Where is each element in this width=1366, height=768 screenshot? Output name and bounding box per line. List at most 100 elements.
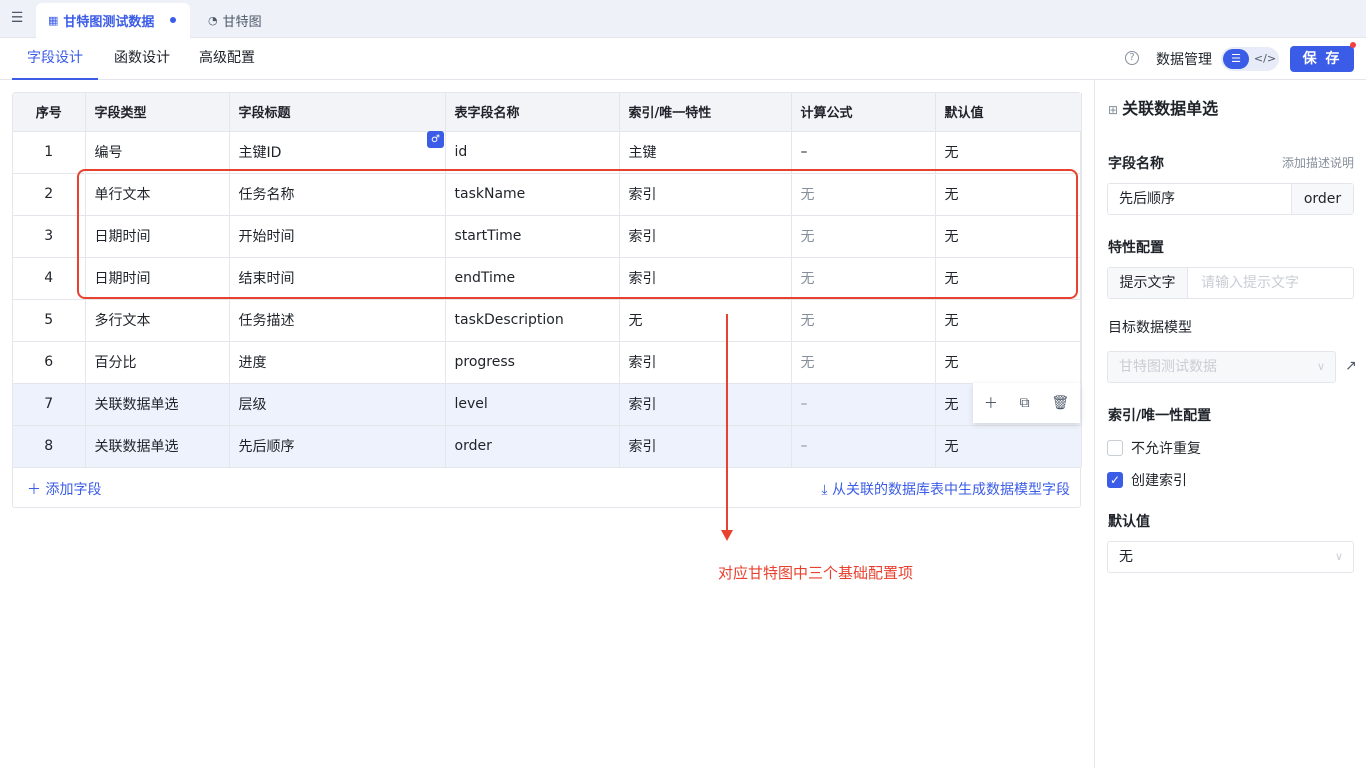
cell-title: 进度 [229, 340, 446, 383]
header-index: 序号 [13, 93, 86, 131]
hint-text-label: 提示文字 [1108, 268, 1188, 298]
table-row[interactable]: 5 多行文本 任务描述 taskDescription 无无无 [13, 298, 1082, 341]
cell-index-unique: 索引 [619, 424, 792, 467]
annotation-text: 对应甘特图中三个基础配置项 [718, 564, 914, 582]
view-toggle[interactable]: ☰ </> [1221, 47, 1279, 71]
cell-column: level [445, 382, 620, 425]
help-icon[interactable]: ? [1125, 51, 1139, 65]
cell-index: 1 [13, 130, 86, 173]
default-value-text: 无 [1119, 549, 1133, 565]
tab-bar: ☰ ▦ 甘特图测试数据 ◔ 甘特图 [0, 0, 1366, 38]
cell-index: 4 [13, 256, 86, 299]
cell-index-unique: 索引 [619, 340, 792, 383]
cell-formula: 无 [791, 340, 936, 383]
cell-formula: – [791, 382, 936, 425]
header-column: 表字段名称 [445, 93, 620, 131]
cell-column: progress [445, 340, 620, 383]
annotation-arrow [726, 314, 728, 534]
data-manage-label: 数据管理 [1156, 52, 1212, 68]
chart-icon: ◔ [208, 14, 218, 27]
cell-type: 百分比 [85, 340, 230, 383]
cell-default: 无 [935, 130, 1082, 173]
default-value-select[interactable]: 无 ∨ [1107, 541, 1354, 573]
tab-gantt-chart[interactable]: ◔ 甘特图 [196, 3, 274, 38]
table-row[interactable]: 6 百分比 进度 progress 索引无无 [13, 340, 1082, 383]
field-name-label: 字段名称 [1108, 156, 1164, 172]
cell-type: 多行文本 [85, 298, 230, 341]
open-link-icon[interactable]: ↗ [1345, 358, 1357, 374]
subtab-field-design[interactable]: 字段设计 [12, 38, 98, 80]
cell-index-unique: 索引 [619, 382, 792, 425]
subtab-advanced-config[interactable]: 高级配置 [196, 38, 258, 80]
field-title-value[interactable]: 先后顺序 [1119, 184, 1175, 214]
settings-icon[interactable]: ☰ [1223, 49, 1249, 69]
cell-formula: – [791, 130, 936, 173]
cell-title: 任务描述 [229, 298, 446, 341]
row-actions: ＋ ⧉ 🗑 [973, 383, 1080, 423]
relation-icon: ⊞ [1108, 103, 1119, 117]
add-field-button[interactable]: ＋ 添加字段 [27, 479, 101, 499]
chevron-down-icon: ∨ [1316, 360, 1325, 373]
no-duplicate-label: 不允许重复 [1131, 441, 1201, 457]
table-row[interactable]: 1 编号 主键ID id 主键 – 无 [13, 130, 1082, 173]
sub-navigation: 字段设计 函数设计 高级配置 ? 数据管理 ☰ </> 保 存 [0, 38, 1366, 80]
property-panel: ⊞ 关联数据单选 字段名称 添加描述说明 先后顺序 order 特性配置 提示文字… [1094, 80, 1366, 768]
field-name-input[interactable]: 先后顺序 order [1107, 183, 1354, 215]
table-icon: ▦ [48, 14, 59, 27]
hint-text-placeholder[interactable]: 请输入提示文字 [1201, 268, 1299, 298]
panel-title: ⊞ 关联数据单选 [1108, 95, 1218, 119]
copy-icon[interactable]: ⧉ [1020, 395, 1030, 411]
subtab-function-design[interactable]: 函数设计 [112, 38, 172, 80]
index-config-label: 索引/唯一性配置 [1108, 408, 1212, 424]
generate-fields-label: 从关联的数据库表中生成数据模型字段 [832, 482, 1070, 498]
checkbox-checked-icon[interactable]: ✓ [1107, 472, 1123, 488]
cell-index: 6 [13, 340, 86, 383]
unsaved-dot [170, 17, 176, 23]
cell-index: 5 [13, 298, 86, 341]
cell-index: 8 [13, 424, 86, 467]
highlight-box [77, 169, 1078, 299]
panel-title-text: 关联数据单选 [1122, 99, 1219, 118]
target-model-label: 目标数据模型 [1108, 320, 1192, 336]
header-title: 字段标题 [229, 93, 446, 131]
cell-title: 主键ID [229, 130, 446, 173]
cell-formula: – [791, 424, 936, 467]
checkbox-icon[interactable] [1107, 440, 1123, 456]
tab-label: 甘特图 [222, 15, 262, 30]
create-index-label: 创建索引 [1131, 473, 1187, 489]
add-field-label: 添加字段 [45, 482, 102, 498]
primary-key-icon[interactable]: ♂ [427, 131, 444, 148]
cell-index-unique: 主键 [619, 130, 792, 173]
delete-icon[interactable]: 🗑 [1051, 395, 1069, 411]
cell-index-unique: 无 [619, 298, 792, 341]
cell-index: 3 [13, 214, 86, 257]
hint-text-input[interactable]: 提示文字 请输入提示文字 [1107, 267, 1354, 299]
table-row[interactable]: 7 关联数据单选 层级 level 索引 – 无 [13, 382, 1082, 425]
header-default: 默认值 [935, 93, 1082, 131]
cell-default: 无 [935, 424, 1082, 467]
header-formula: 计算公式 [791, 93, 936, 131]
cell-column: id [445, 130, 620, 173]
code-icon[interactable]: </> [1253, 49, 1277, 69]
tab-label: 甘特图测试数据 [63, 15, 155, 30]
add-icon[interactable]: ＋ [984, 393, 998, 413]
tab-gantt-test-data[interactable]: ▦ 甘特图测试数据 [36, 3, 190, 38]
field-key-value[interactable]: order [1291, 184, 1353, 214]
table-header-row: 序号 字段类型 字段标题 表字段名称 索引/唯一特性 计算公式 默认值 [13, 93, 1082, 131]
table-footer: ＋ 添加字段 ⤓ 从关联的数据库表中生成数据模型字段 [13, 467, 1080, 507]
header-type: 字段类型 [85, 93, 230, 131]
cell-index: 2 [13, 172, 86, 215]
cell-title: 层级 [229, 382, 446, 425]
generate-fields-link[interactable]: ⤓ 从关联的数据库表中生成数据模型字段 [821, 479, 1070, 499]
cell-type: 关联数据单选 [85, 424, 230, 467]
create-index-checkbox[interactable]: ✓ 创建索引 [1107, 470, 1187, 490]
menu-toggle-icon[interactable]: ☰ [8, 9, 26, 27]
save-button[interactable]: 保 存 [1290, 46, 1354, 72]
table-row[interactable]: 8 关联数据单选 先后顺序 order 索引 – 无 [13, 424, 1082, 467]
default-value-label: 默认值 [1108, 514, 1150, 530]
annotation-arrow-head [721, 530, 733, 541]
no-duplicate-checkbox[interactable]: 不允许重复 [1107, 438, 1201, 458]
add-description-link[interactable]: 添加描述说明 [1282, 154, 1354, 171]
target-model-select[interactable]: 甘特图测试数据 ∨ [1107, 351, 1336, 383]
chevron-down-icon: ∨ [1334, 550, 1343, 563]
